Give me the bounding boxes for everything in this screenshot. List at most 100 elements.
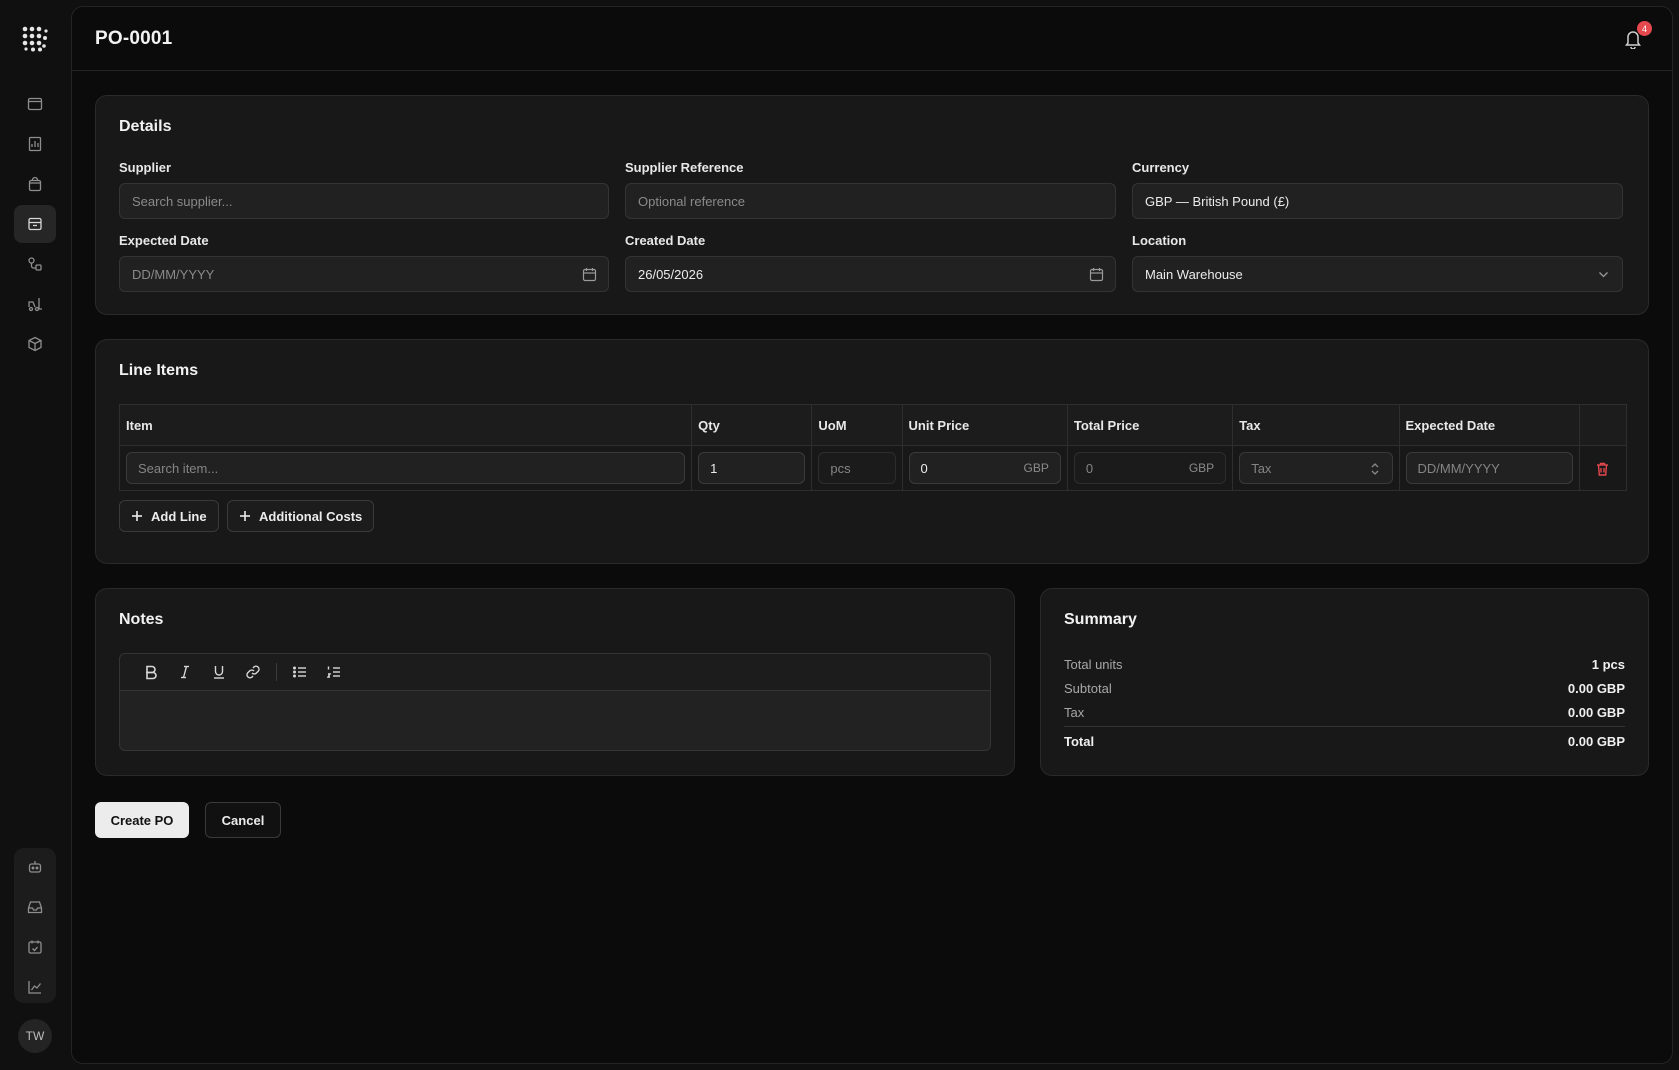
plus-icon <box>132 511 142 521</box>
line-items-title: Line Items <box>119 362 199 379</box>
expected-date-value: DD/MM/YYYY <box>132 266 215 282</box>
item-search-input[interactable]: Search item... <box>126 452 686 484</box>
flow-icon <box>28 257 42 271</box>
sidebar-item-analytics[interactable] <box>14 968 56 1006</box>
column-header-total-price: Total Price <box>1067 404 1234 446</box>
bold-button[interactable] <box>134 658 168 686</box>
total-units-label: Total units <box>1064 657 1123 672</box>
line-items-table: Item Qty UoM Unit Price Total Price Tax … <box>119 404 1627 491</box>
sidebar-item-products[interactable] <box>14 325 56 363</box>
italic-icon <box>181 665 189 679</box>
summary-tax-row: Tax 0.00 GBP <box>1064 705 1625 720</box>
notes-editor <box>119 653 991 751</box>
column-header-qty: Qty <box>691 404 813 446</box>
summary-divider <box>1064 726 1625 727</box>
top-bar: PO-0001 4 <box>72 7 1672 71</box>
summary-subtotal-row: Subtotal 0.00 GBP <box>1064 681 1625 696</box>
unit-price-input[interactable]: 0 GBP <box>908 452 1061 484</box>
calendar-icon[interactable] <box>1089 267 1104 282</box>
link-icon <box>246 665 260 679</box>
uom-cell: pcs <box>811 445 903 491</box>
sidebar-item-browser[interactable] <box>14 85 56 123</box>
numbered-list-button[interactable] <box>317 658 351 686</box>
bullet-list-icon <box>293 666 306 678</box>
trash-icon[interactable] <box>1595 461 1610 477</box>
link-button[interactable] <box>236 658 270 686</box>
summary-total-row: Total 0.00 GBP <box>1064 734 1625 749</box>
sidebar-item-inbox[interactable] <box>14 888 56 926</box>
location-select[interactable]: Main Warehouse <box>1132 256 1623 292</box>
page-title: PO-0001 <box>95 28 173 49</box>
subtotal-label: Subtotal <box>1064 681 1112 696</box>
notification-badge: 4 <box>1637 21 1652 36</box>
avatar[interactable]: TW <box>18 1019 52 1053</box>
created-date-label: Created Date <box>625 233 706 248</box>
qty-input[interactable]: 1 <box>698 452 806 484</box>
currency-label: Currency <box>1132 160 1190 175</box>
inbox-icon <box>27 901 43 914</box>
currency-field[interactable]: GBP — British Pound (£) <box>1132 183 1623 219</box>
calendar-check-icon <box>28 940 42 954</box>
sidebar-item-reports[interactable] <box>14 125 56 163</box>
calendar-icon[interactable] <box>582 267 597 282</box>
forklift-icon <box>28 298 42 312</box>
expected-date-label: Expected Date <box>119 233 209 248</box>
bold-icon <box>146 665 157 680</box>
tax-select[interactable]: Tax <box>1239 452 1393 484</box>
summary-total-units-row: Total units 1 pcs <box>1064 657 1625 672</box>
line-expected-date-input[interactable]: DD/MM/YYYY <box>1405 452 1573 484</box>
summary-title: Summary <box>1064 611 1137 628</box>
created-date-value: 26/05/2026 <box>638 266 704 282</box>
logo-icon[interactable] <box>22 26 48 52</box>
chevron-up-down-icon <box>1371 463 1378 475</box>
create-po-button[interactable]: Create PO <box>95 802 189 838</box>
underline-icon <box>214 666 224 679</box>
bullet-list-button[interactable] <box>283 658 317 686</box>
column-header-unit-price: Unit Price <box>902 404 1068 446</box>
sidebar-item-sales[interactable] <box>14 165 56 203</box>
created-date-input[interactable]: 26/05/2026 <box>625 256 1116 292</box>
archive-icon <box>28 217 42 231</box>
bot-icon <box>28 861 42 873</box>
expected-date-input[interactable]: DD/MM/YYYY <box>119 256 609 292</box>
tax-cell: Tax <box>1232 445 1400 491</box>
additional-costs-button[interactable]: Additional Costs <box>227 500 375 532</box>
browser-icon <box>27 97 43 111</box>
italic-button[interactable] <box>168 658 202 686</box>
toolbar-divider <box>276 663 277 681</box>
location-label: Location <box>1132 233 1187 248</box>
bag-icon <box>28 176 42 192</box>
sidebar-item-schedule[interactable] <box>14 928 56 966</box>
uom-input[interactable]: pcs <box>818 452 896 484</box>
line-items-card: Line Items Item Qty UoM Unit Price Total… <box>95 339 1649 564</box>
unit-price-currency: GBP <box>1023 461 1049 475</box>
column-header-uom: UoM <box>811 404 903 446</box>
underline-button[interactable] <box>202 658 236 686</box>
sidebar-item-workflow[interactable] <box>14 245 56 283</box>
tax-value: 0.00 GBP <box>1567 705 1625 720</box>
table-row: Search item... 1 pcs 0 GBP 0 GBP Tax DD/… <box>119 445 1627 491</box>
notes-card: Notes <box>95 588 1015 776</box>
tax-label: Tax <box>1064 705 1085 720</box>
sidebar: TW <box>0 0 70 1070</box>
box-icon <box>28 336 42 352</box>
column-header-item: Item <box>119 404 693 446</box>
sidebar-item-warehouse[interactable] <box>14 285 56 323</box>
notes-title: Notes <box>119 611 164 628</box>
sidebar-item-purchasing[interactable] <box>14 205 56 243</box>
supplier-input[interactable]: Search supplier... <box>119 183 609 219</box>
supplier-reference-input[interactable]: Optional reference <box>625 183 1116 219</box>
column-header-tax: Tax <box>1232 404 1400 446</box>
add-line-button[interactable]: Add Line <box>119 500 219 532</box>
cancel-button[interactable]: Cancel <box>205 802 281 838</box>
total-price-input: 0 GBP <box>1073 452 1227 484</box>
tax-value: Tax <box>1251 460 1272 476</box>
sidebar-bottom-group <box>14 848 56 1003</box>
expected-date-cell: DD/MM/YYYY <box>1399 445 1580 491</box>
summary-card: Summary Total units 1 pcs Subtotal 0.00 … <box>1040 588 1649 776</box>
chevron-down-icon <box>1599 272 1608 278</box>
sidebar-item-assistant[interactable] <box>14 848 56 886</box>
column-header-expected-date: Expected Date <box>1399 404 1580 446</box>
additional-costs-label: Additional Costs <box>259 508 363 524</box>
actions-cell <box>1579 445 1627 491</box>
